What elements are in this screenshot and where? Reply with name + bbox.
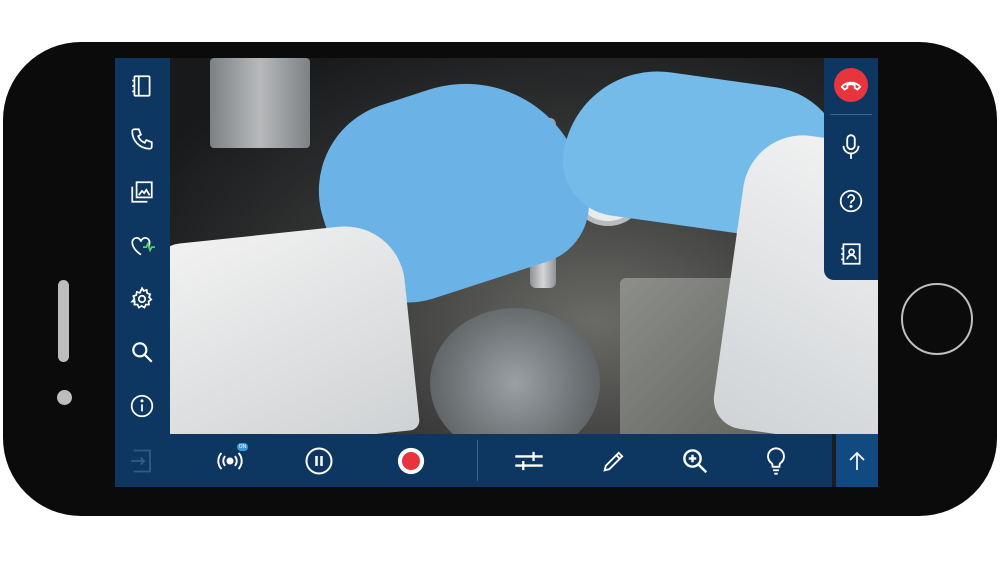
feed-left-sleeve — [170, 220, 421, 434]
help-icon — [839, 189, 863, 213]
health-button[interactable] — [124, 228, 160, 264]
feed-pipes — [210, 58, 310, 148]
zoom-button[interactable] — [676, 442, 714, 480]
flashlight-button[interactable] — [757, 442, 795, 480]
toolbar-divider — [477, 440, 478, 481]
adjust-button[interactable] — [510, 442, 548, 480]
exit-icon — [130, 449, 151, 472]
lightbulb-icon — [767, 447, 785, 475]
bottom-toolbar: ON — [170, 434, 836, 487]
heart-pulse-icon — [131, 237, 155, 256]
record-button[interactable] — [392, 442, 430, 480]
pause-icon — [305, 447, 333, 475]
pause-button[interactable] — [300, 442, 338, 480]
panel-divider — [830, 114, 872, 115]
search-button[interactable] — [124, 334, 160, 370]
pencil-icon — [603, 451, 624, 472]
left-sidebar — [115, 58, 170, 434]
call-button[interactable] — [124, 121, 160, 157]
notebook-button[interactable] — [124, 68, 160, 104]
phone-icon — [131, 128, 153, 150]
microphone-button[interactable] — [833, 129, 869, 165]
help-button[interactable] — [833, 183, 869, 219]
phone-home-button[interactable] — [901, 283, 973, 355]
contact-button[interactable] — [833, 236, 869, 272]
expand-button[interactable] — [836, 434, 878, 487]
feed-motor — [430, 308, 600, 434]
microphone-icon — [842, 134, 860, 159]
phone-camera — [57, 390, 72, 405]
notebook-icon — [132, 75, 151, 97]
settings-button[interactable] — [124, 281, 160, 317]
stream-status-badge: ON — [237, 443, 248, 451]
info-button[interactable] — [124, 388, 160, 424]
phone-hangup-icon — [840, 81, 862, 91]
gallery-button[interactable] — [124, 174, 160, 210]
draw-button[interactable] — [595, 442, 633, 480]
right-call-panel — [824, 58, 878, 280]
exit-button[interactable] — [115, 434, 170, 487]
contact-card-icon — [841, 243, 861, 265]
info-icon — [130, 394, 154, 418]
record-icon — [397, 447, 425, 475]
stream-button[interactable]: ON — [211, 442, 249, 480]
search-icon — [132, 342, 153, 363]
sliders-icon — [515, 451, 543, 471]
camera-feed[interactable] — [170, 58, 878, 434]
zoom-in-icon — [683, 449, 708, 474]
app-screen: ON — [115, 58, 878, 487]
gear-icon — [130, 286, 153, 309]
gallery-icon — [131, 181, 153, 203]
hang-up-button[interactable] — [834, 68, 868, 102]
broadcast-icon — [217, 452, 243, 470]
phone-speaker — [58, 280, 69, 362]
arrow-up-icon — [849, 451, 865, 470]
